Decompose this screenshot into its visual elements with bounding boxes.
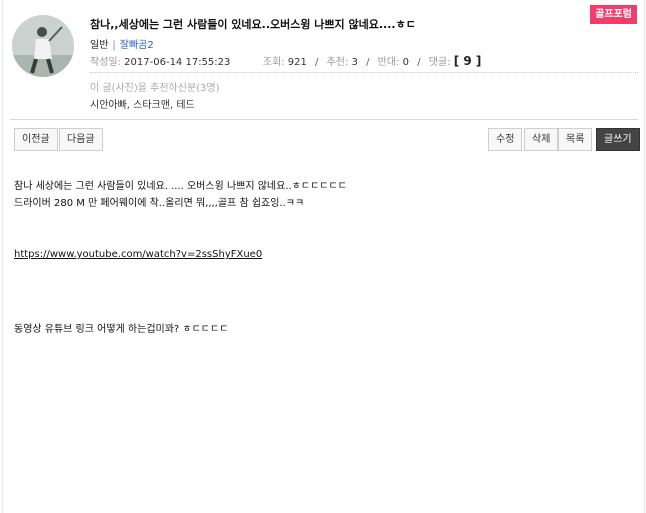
post-body: 참나 세상에는 그런 사람들이 있네요. .... 오버스윙 나쁘지 않네요..… (14, 178, 347, 212)
body-line: 드라이버 280 M 만 페어웨이에 착..올리면 뭐,,,,골프 참 쉽죠잉.… (14, 198, 305, 209)
recommenders-label: 이 글(사진)을 추천하신분(3명) (90, 83, 220, 94)
category-row: 일반 | 잘빠곰2 (90, 36, 154, 51)
post-date: 2017-06-14 17:55:23 (124, 57, 231, 68)
author-link[interactable]: 잘빠곰2 (120, 40, 154, 51)
views-count: 921 (287, 57, 307, 68)
oppose-label: 반대: (377, 57, 400, 68)
next-post-button[interactable]: 다음글 (59, 128, 103, 151)
edit-button[interactable]: 수정 (488, 128, 523, 151)
recommenders-names: 시안아빠, 스타크맨, 테드 (90, 100, 195, 111)
post-meta: 작성일: 2017-06-14 17:55:23 조회: 921 / 추천: 3… (90, 54, 482, 68)
oppose-count: 0 (402, 57, 410, 68)
prev-post-button[interactable]: 이전글 (14, 128, 58, 151)
category-label: 일반 (90, 40, 109, 51)
forum-badge[interactable]: 골프포럼 (590, 5, 637, 24)
avatar[interactable] (12, 15, 74, 77)
replies-count: [ 9 ] (453, 54, 482, 68)
divider: | (112, 40, 116, 51)
list-button[interactable]: 목록 (558, 128, 593, 151)
post-title: 참나,,세상에는 그런 사람들이 있네요..오버스윙 나쁘지 않네요....ㅎㄷ (90, 18, 416, 31)
delete-button[interactable]: 삭제 (524, 128, 559, 151)
date-label: 작성일: (90, 57, 121, 68)
body-line: 참나 세상에는 그런 사람들이 있네요. .... 오버스윙 나쁘지 않네요..… (14, 181, 347, 192)
recommend-count: 3 (351, 57, 358, 68)
views-label: 조회: (262, 57, 285, 68)
header-divider (10, 119, 638, 120)
replies-label: 댓글: (428, 57, 451, 68)
write-button[interactable]: 글쓰기 (596, 128, 640, 151)
meta-divider (90, 72, 638, 73)
youtube-link[interactable]: https://www.youtube.com/watch?v=2ssShyFX… (14, 249, 262, 260)
golfer-photo-icon (12, 15, 74, 77)
recommend-label: 추천: (326, 57, 349, 68)
body-question: 동영상 유튜브 링크 어떻게 하는겁미꽈? ㅎㄷㄷㄷㄷ (14, 324, 229, 335)
